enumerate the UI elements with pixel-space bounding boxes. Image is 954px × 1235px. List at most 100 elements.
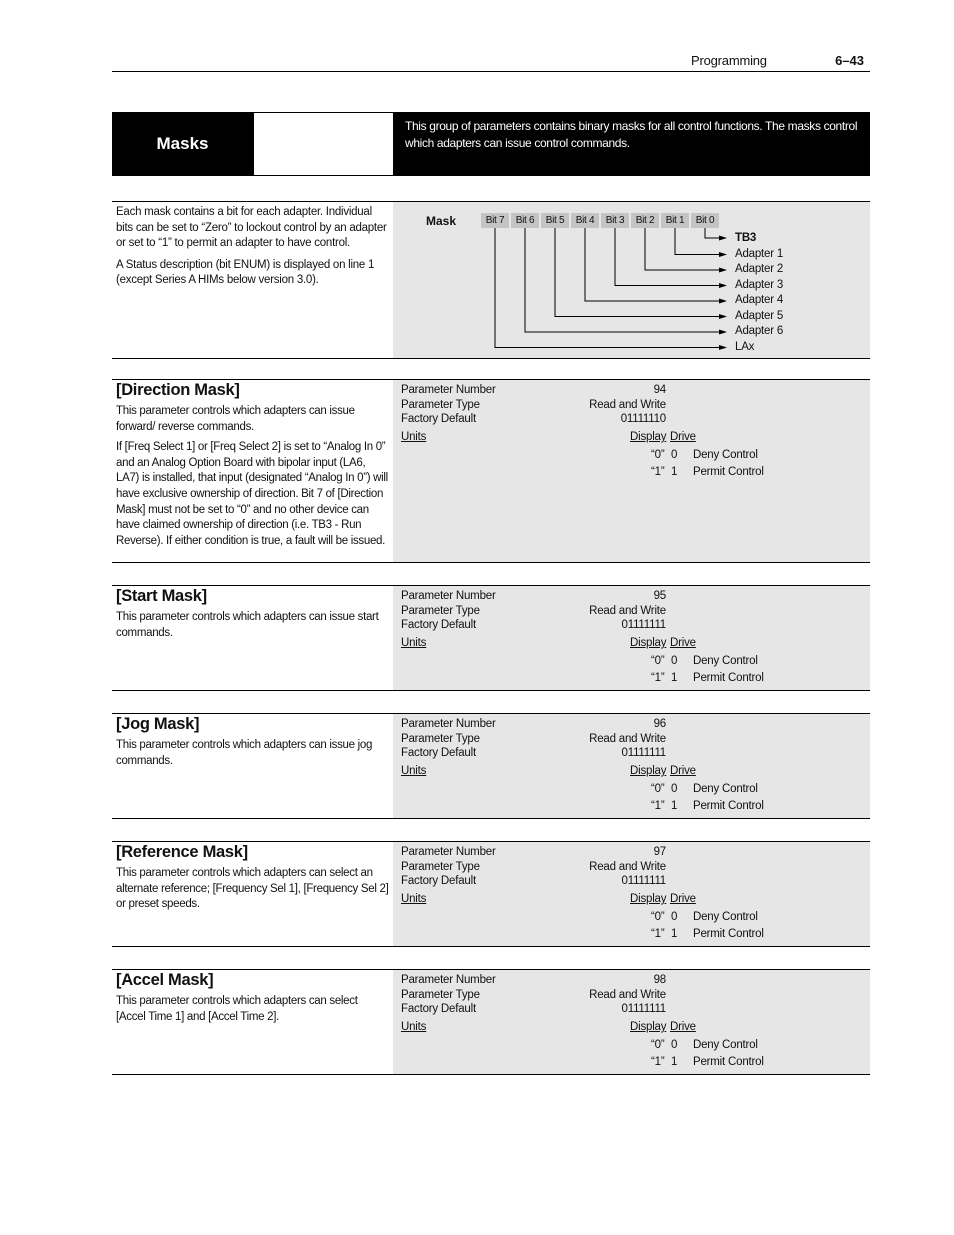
enum-display: “0”: [651, 449, 665, 461]
bit-target-label: LAx: [735, 340, 755, 353]
bit-connector-line: [494, 228, 719, 348]
parameter-details: Parameter Number 94 Parameter Type Read …: [393, 380, 870, 562]
factory-default-label: Factory Default: [401, 875, 476, 887]
factory-default-label: Factory Default: [401, 747, 476, 759]
enum-display: “0”: [651, 655, 665, 667]
parameter-block: [Start Mask] This parameter controls whi…: [112, 585, 870, 691]
display-header: Display: [630, 637, 667, 649]
enum-row: “1” 1 Permit Control: [401, 1056, 861, 1071]
bit-connector-line: [614, 228, 719, 286]
parameter-block: [Jog Mask] This parameter controls which…: [112, 713, 870, 819]
enum-drive: 1: [671, 928, 678, 940]
parameter-name: [Reference Mask]: [116, 843, 248, 861]
bit-box: Bit 1: [661, 213, 689, 228]
drive-header: Drive: [670, 431, 696, 443]
parameter-name: [Direction Mask]: [116, 381, 240, 399]
parameter-type-label: Parameter Type: [401, 733, 480, 745]
arrow-head-icon: [719, 252, 727, 257]
enum-display: “1”: [651, 928, 665, 940]
page-number: 6–43: [835, 53, 864, 68]
parameter-type-row: Parameter Type Read and Write: [401, 399, 861, 414]
factory-default-row: Factory Default 01111111: [401, 875, 861, 890]
arrow-head-icon: [719, 235, 727, 241]
enum-text: Permit Control: [693, 1056, 764, 1068]
parameter-name: [Start Mask]: [116, 587, 207, 605]
arrow-head-icon: [719, 298, 727, 304]
masks-banner: Masks This group of parameters contains …: [112, 112, 870, 176]
parameter-description: This parameter controls which adapters c…: [116, 405, 355, 433]
factory-default-value: 01111111: [621, 875, 667, 887]
mask-intro-section: Each mask contains a bit for each adapte…: [112, 201, 870, 359]
enum-row: “0” 0 Deny Control: [401, 783, 861, 798]
enum-drive: 1: [671, 800, 678, 812]
arrow-head-icon: [719, 267, 727, 273]
parameter-description: If [Freq Select 1] or [Freq Select 2] is…: [116, 441, 388, 547]
enum-text: Deny Control: [693, 911, 758, 923]
enum-drive: 0: [671, 911, 678, 923]
enum-text: Deny Control: [693, 1039, 758, 1051]
parameter-details: Parameter Number 97 Parameter Type Read …: [393, 842, 870, 946]
display-header: Display: [630, 1021, 667, 1033]
parameter-number-value: 97: [653, 846, 667, 858]
intro-text: Each mask contains a bit for each adapte…: [116, 205, 390, 295]
units-label: Units: [401, 1021, 427, 1033]
parameter-number-row: Parameter Number 95: [401, 590, 861, 605]
parameter-number-label: Parameter Number: [401, 384, 496, 396]
parameter-type-value: Read and Write: [589, 399, 666, 411]
parameter-description: This parameter controls which adapters c…: [116, 611, 379, 639]
enum-display: “1”: [651, 672, 665, 684]
banner-title: Masks: [156, 134, 209, 153]
parameter-description-block: This parameter controls which adapters c…: [116, 610, 390, 641]
drive-header: Drive: [670, 1021, 696, 1033]
parameter-type-row: Parameter Type Read and Write: [401, 989, 861, 1004]
bit-box: Bit 4: [571, 213, 599, 228]
enum-display: “1”: [651, 1056, 665, 1068]
parameter-number-label: Parameter Number: [401, 718, 496, 730]
enum-row: “0” 0 Deny Control: [401, 449, 861, 464]
parameter-number-value: 95: [653, 590, 667, 602]
enum-display: “0”: [651, 911, 665, 923]
bit-connector-line: [644, 228, 719, 271]
enum-text: Permit Control: [693, 800, 764, 812]
banner-blank-cell: [254, 113, 393, 175]
parameter-number-value: 96: [653, 718, 667, 730]
enum-drive: 1: [671, 1056, 678, 1068]
enum-text: Deny Control: [693, 655, 758, 667]
bit-box: Bit 3: [601, 213, 629, 228]
factory-default-value: 01111111: [621, 1003, 667, 1015]
factory-default-label: Factory Default: [401, 1003, 476, 1015]
display-header: Display: [630, 431, 667, 443]
factory-default-row: Factory Default 01111111: [401, 619, 861, 634]
enum-drive: 1: [671, 672, 678, 684]
intro-paragraph: A Status description (bit ENUM) is displ…: [116, 258, 375, 287]
display-header: Display: [630, 765, 667, 777]
arrow-head-icon: [719, 345, 727, 350]
parameter-block: [Accel Mask] This parameter controls whi…: [112, 969, 870, 1075]
drive-header: Drive: [670, 765, 696, 777]
parameter-number-label: Parameter Number: [401, 846, 496, 858]
page-header: Programming 6–43: [112, 50, 870, 72]
parameter-number-row: Parameter Number 94: [401, 384, 861, 399]
enum-text: Permit Control: [693, 672, 764, 684]
arrow-head-icon: [719, 314, 727, 319]
arrow-head-icon: [719, 283, 727, 288]
parameter-type-label: Parameter Type: [401, 399, 480, 411]
parameter-details: Parameter Number 98 Parameter Type Read …: [393, 970, 870, 1074]
intro-paragraph: Each mask contains a bit for each adapte…: [116, 206, 387, 249]
parameter-type-label: Parameter Type: [401, 605, 480, 617]
factory-default-value: 01111111: [621, 747, 667, 759]
units-row: Units Display Drive: [401, 893, 861, 908]
enum-display: “1”: [651, 800, 665, 812]
enum-display: “1”: [651, 466, 665, 478]
bit-connector-line: [554, 228, 719, 317]
bit-target-label: Adapter 5: [735, 309, 784, 322]
units-label: Units: [401, 893, 427, 905]
parameter-type-value: Read and Write: [589, 605, 666, 617]
parameter-description-block: This parameter controls which adapters c…: [116, 994, 390, 1025]
parameter-details: Parameter Number 96 Parameter Type Read …: [393, 714, 870, 818]
parameter-number-row: Parameter Number 97: [401, 846, 861, 861]
parameter-type-row: Parameter Type Read and Write: [401, 733, 861, 748]
drive-header: Drive: [670, 893, 696, 905]
mask-label: Mask: [426, 214, 457, 228]
parameter-name: [Jog Mask]: [116, 715, 200, 733]
